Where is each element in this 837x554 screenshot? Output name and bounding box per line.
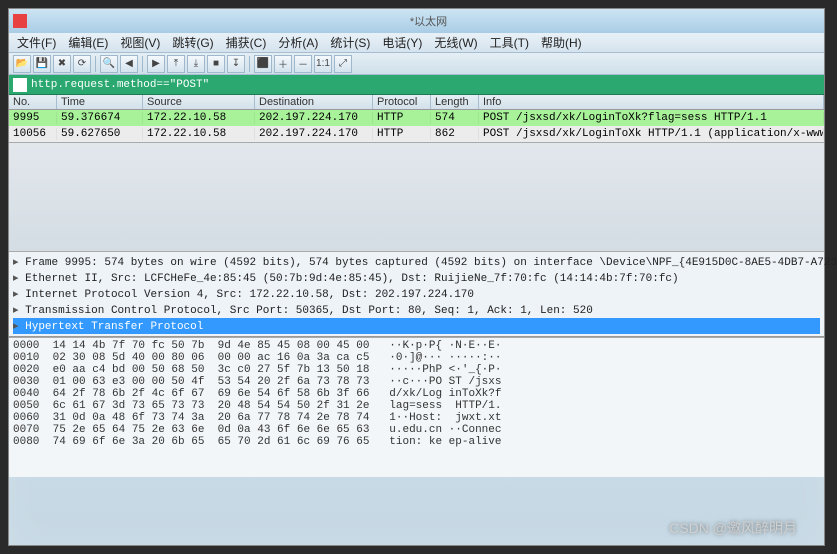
menu-item[interactable]: 统计(S): [326, 34, 374, 51]
packet-row[interactable]: 1005659.627650172.22.10.58202.197.224.17…: [9, 126, 824, 142]
cell: 202.197.224.170: [255, 112, 373, 124]
cell: 862: [431, 128, 479, 140]
col-time[interactable]: Time: [57, 95, 143, 109]
col-destination[interactable]: Destination: [255, 95, 373, 109]
packet-row[interactable]: 999559.376674172.22.10.58202.197.224.170…: [9, 110, 824, 126]
detail-line[interactable]: Ethernet II, Src: LCFCHeFe_4e:85:45 (50:…: [13, 270, 820, 286]
close-icon[interactable]: ✖: [53, 55, 71, 73]
cell: 59.627650: [57, 128, 143, 140]
cell: POST /jsxsd/xk/LoginToXk?flag=sess HTTP/…: [479, 112, 824, 124]
packet-details-pane[interactable]: Frame 9995: 574 bytes on wire (4592 bits…: [9, 252, 824, 337]
cell: 9995: [9, 112, 57, 124]
bookmark-icon[interactable]: [13, 78, 27, 92]
reload-icon[interactable]: ⟳: [73, 55, 91, 73]
forward-icon[interactable]: ▶: [147, 55, 165, 73]
cell: HTTP: [373, 128, 431, 140]
find-icon[interactable]: 🔍: [100, 55, 118, 73]
watermark-text: CSDN @邀风醉明月: [669, 518, 797, 538]
detail-line[interactable]: Hypertext Transfer Protocol: [13, 318, 820, 334]
packet-bytes-pane[interactable]: 0000 14 14 4b 7f 70 fc 50 7b 9d 4e 85 45…: [9, 337, 824, 477]
menu-item[interactable]: 文件(F): [13, 34, 60, 51]
packet-list-empty-area: [9, 142, 824, 252]
detail-line[interactable]: Internet Protocol Version 4, Src: 172.22…: [13, 286, 820, 302]
coloring-icon[interactable]: ⬛: [254, 55, 272, 73]
window-title: *以太网: [33, 13, 824, 29]
resize-icon[interactable]: ⤢: [334, 55, 352, 73]
toolbar-separator: [95, 56, 96, 72]
detail-line[interactable]: Transmission Control Protocol, Src Port:…: [13, 302, 820, 318]
toolbar-separator: [249, 56, 250, 72]
zoom-out-icon[interactable]: －: [294, 55, 312, 73]
jump-icon[interactable]: ⤓: [187, 55, 205, 73]
zoom-in-icon[interactable]: ＋: [274, 55, 292, 73]
cell: 172.22.10.58: [143, 128, 255, 140]
menu-item[interactable]: 捕获(C): [222, 34, 271, 51]
cell: 172.22.10.58: [143, 112, 255, 124]
menu-item[interactable]: 工具(T): [486, 34, 533, 51]
col-info[interactable]: Info: [479, 95, 824, 109]
goto-icon[interactable]: ⤒: [167, 55, 185, 73]
cell: 59.376674: [57, 112, 143, 124]
menu-item[interactable]: 帮助(H): [537, 34, 586, 51]
main-toolbar: 📂💾✖⟳ 🔍◀ ▶⤒⤓■↧ ⬛＋－1:1⤢: [9, 53, 824, 75]
menu-item[interactable]: 编辑(E): [64, 34, 112, 51]
cell: HTTP: [373, 112, 431, 124]
menu-item[interactable]: 跳转(G): [168, 34, 217, 51]
stop-icon[interactable]: ■: [207, 55, 225, 73]
autoscroll-icon[interactable]: ↧: [227, 55, 245, 73]
file-open-icon[interactable]: 📂: [13, 55, 31, 73]
packet-list[interactable]: 999559.376674172.22.10.58202.197.224.170…: [9, 110, 824, 142]
detail-line[interactable]: Frame 9995: 574 bytes on wire (4592 bits…: [13, 254, 820, 270]
col-protocol[interactable]: Protocol: [373, 95, 431, 109]
menu-item[interactable]: 视图(V): [116, 34, 164, 51]
menu-item[interactable]: 电话(Y): [378, 34, 426, 51]
cell: 574: [431, 112, 479, 124]
back-icon[interactable]: ◀: [120, 55, 138, 73]
menu-item[interactable]: 无线(W): [430, 34, 481, 51]
col-source[interactable]: Source: [143, 95, 255, 109]
col-length[interactable]: Length: [431, 95, 479, 109]
menu-bar: 文件(F)编辑(E)视图(V)跳转(G) 捕获(C)分析(A)统计(S)电话(Y)…: [9, 33, 824, 53]
packet-list-header: No. Time Source Destination Protocol Len…: [9, 95, 824, 110]
cell: 10056: [9, 128, 57, 140]
cell: POST /jsxsd/xk/LoginToXk HTTP/1.1 (appli…: [479, 128, 824, 140]
col-no[interactable]: No.: [9, 95, 57, 109]
menu-item[interactable]: 分析(A): [274, 34, 322, 51]
zoom-reset-icon[interactable]: 1:1: [314, 55, 332, 73]
title-bar: *以太网: [9, 9, 824, 33]
save-icon[interactable]: 💾: [33, 55, 51, 73]
display-filter-input[interactable]: http.request.method=="POST": [31, 79, 209, 91]
toolbar-separator: [142, 56, 143, 72]
cell: 202.197.224.170: [255, 128, 373, 140]
display-filter-bar[interactable]: http.request.method=="POST": [9, 75, 824, 95]
app-icon: [13, 14, 27, 28]
